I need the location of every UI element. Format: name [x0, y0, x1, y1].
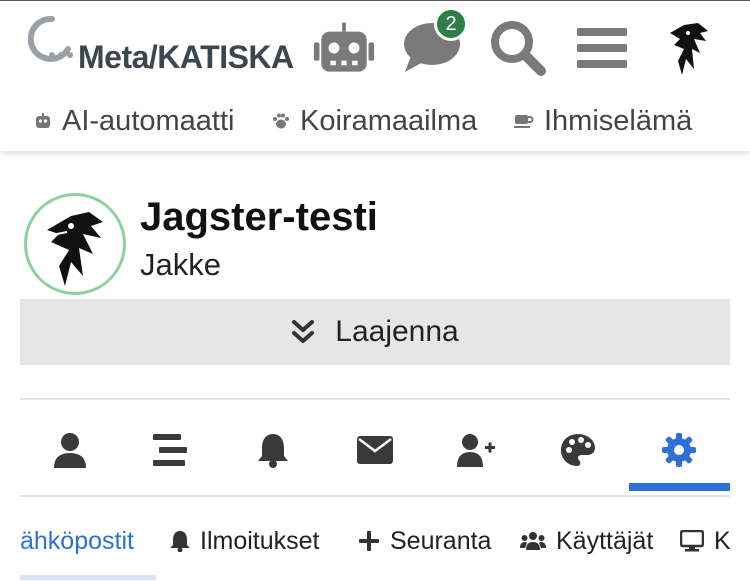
- subtab-label: Seuranta: [390, 526, 492, 555]
- tab-settings[interactable]: [629, 417, 729, 483]
- expand-label: Laajenna: [335, 315, 459, 348]
- tab-messages[interactable]: [325, 417, 425, 483]
- user-avatar[interactable]: [658, 17, 718, 79]
- user-plus-icon: [457, 434, 495, 467]
- tab-profile[interactable]: [20, 417, 120, 483]
- search-icon[interactable]: [488, 17, 548, 79]
- profile-tabs: [20, 417, 730, 493]
- category-ai-automaatti[interactable]: AI-automaatti: [34, 101, 234, 141]
- active-subtab-indicator: [20, 575, 156, 580]
- subtab-label: K: [714, 526, 731, 555]
- category-label: AI-automaatti: [62, 104, 235, 137]
- subtab-following[interactable]: Seuranta: [358, 521, 491, 561]
- shark-logo-icon: [47, 212, 103, 286]
- posts-icon: [153, 434, 187, 466]
- gear-icon: [662, 433, 696, 467]
- subtab-users[interactable]: Käyttäjät: [520, 521, 653, 561]
- profile-name: Jagster-testi: [140, 195, 378, 239]
- profile-username: Jakke: [140, 247, 221, 282]
- envelope-icon: [357, 436, 393, 464]
- menu-icon[interactable]: [572, 17, 632, 79]
- plus-icon: [359, 531, 379, 551]
- tab-theme[interactable]: [528, 417, 628, 483]
- paw-icon: [273, 113, 289, 129]
- coffee-icon: [514, 115, 534, 128]
- desktop-icon: [680, 530, 704, 552]
- tab-notifications[interactable]: [223, 417, 323, 483]
- robot-icon: [36, 113, 50, 128]
- users-icon: [520, 532, 546, 550]
- category-ihmiselama[interactable]: Ihmiselämä: [514, 101, 692, 141]
- robot-icon[interactable]: [314, 17, 374, 79]
- tab-posts[interactable]: [120, 417, 220, 483]
- bell-icon: [170, 531, 190, 552]
- user-icon: [54, 433, 86, 468]
- category-bar: AI-automaatti Koiramaailma Ihmiselämä: [0, 101, 750, 141]
- logo-text: Meta/KATISKA: [78, 39, 294, 75]
- category-koiramaailma[interactable]: Koiramaailma: [272, 101, 477, 141]
- bell-icon: [258, 434, 288, 468]
- tab-follow[interactable]: [426, 417, 526, 483]
- settings-subtabs: ähköpostit Ilmoitukset Seuranta Käyttäjä…: [0, 515, 750, 581]
- divider: [20, 398, 730, 400]
- category-label: Ihmiselämä: [544, 104, 693, 137]
- expand-button[interactable]: Laajenna: [20, 299, 730, 365]
- chevrons-down-icon: [292, 320, 315, 343]
- palette-icon: [561, 434, 595, 466]
- profile-avatar: [24, 193, 126, 295]
- subtab-emails[interactable]: ähköpostit: [20, 521, 134, 561]
- subtab-label: Käyttäjät: [556, 526, 654, 555]
- site-header: Meta/KATISKA 2 AI-automaatti Koiramaailm…: [0, 0, 750, 151]
- category-label: Koiramaailma: [300, 104, 478, 137]
- logo-icon: [28, 15, 73, 62]
- notification-badge: 2: [434, 7, 468, 41]
- subtab-notifications[interactable]: Ilmoitukset: [170, 521, 319, 561]
- profile-section: Jagster-testi Jakke Laajenna ähköpostit …: [0, 151, 750, 581]
- subtab-label: ähköpostit: [20, 526, 134, 555]
- active-tab-indicator: [629, 483, 730, 491]
- subtab-label: Ilmoitukset: [200, 526, 320, 555]
- subtab-devices[interactable]: K: [680, 521, 731, 561]
- divider: [20, 495, 730, 497]
